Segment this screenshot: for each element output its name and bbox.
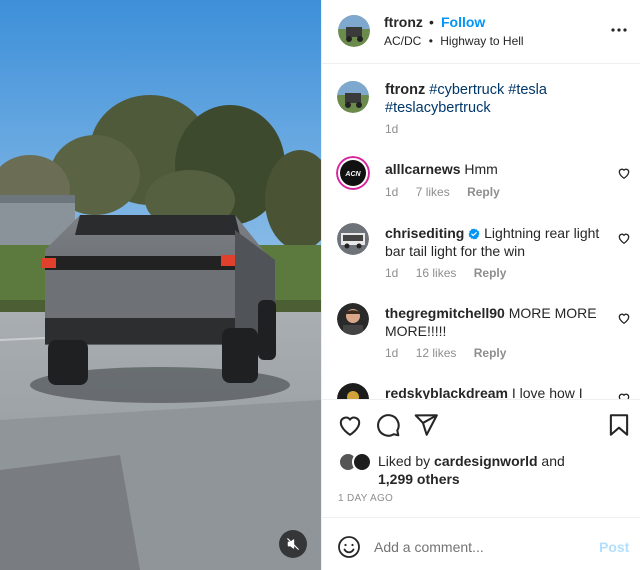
heart-icon xyxy=(618,393,630,399)
send-icon xyxy=(414,414,438,436)
comment-like-button[interactable] xyxy=(617,166,631,180)
commenter-avatar[interactable] xyxy=(337,223,369,255)
liked-by-text: Liked by cardesignworld and 1,299 others xyxy=(378,452,578,488)
comment-like-button[interactable] xyxy=(617,391,631,399)
comment-icon xyxy=(377,414,400,437)
author-avatar[interactable] xyxy=(337,81,369,113)
audio-artist: AC/DC xyxy=(384,34,422,48)
audio-separator: • xyxy=(428,34,433,48)
liked-by-others[interactable]: 1,299 others xyxy=(378,471,460,487)
comment-age: 1d xyxy=(385,346,399,360)
reply-button[interactable]: Reply xyxy=(467,185,500,199)
heart-icon xyxy=(339,416,361,436)
video-frame xyxy=(0,0,321,570)
muted-speaker-icon xyxy=(287,538,299,550)
separator-dot: • xyxy=(429,14,434,30)
more-options-button[interactable] xyxy=(609,20,629,40)
comment-username[interactable]: alllcarnews xyxy=(385,161,461,177)
add-comment-bar: Post xyxy=(322,517,640,570)
heart-icon xyxy=(618,168,630,180)
liked-by-avatars[interactable] xyxy=(338,452,378,472)
comments-list[interactable]: ftronz #cybertruck #tesla #teslacybertru… xyxy=(322,65,640,399)
comment-body: I love how I xyxy=(511,385,583,399)
comment-text: chrisediting Lightning rear light bar ta… xyxy=(385,224,607,260)
save-button[interactable] xyxy=(606,412,632,438)
liked-by-user[interactable]: cardesignworld xyxy=(434,453,537,469)
comment-body: Hmm xyxy=(464,161,498,177)
author-username[interactable]: ftronz xyxy=(384,14,423,30)
caption-age: 1d xyxy=(385,122,399,136)
comment-username[interactable]: thegregmitchell90 xyxy=(385,305,505,321)
post-details-panel: ftronz • Follow AC/DC • Highway to Hell xyxy=(321,0,640,570)
caption-text: ftronz #cybertruck #tesla #teslacybertru… xyxy=(385,81,607,117)
comment-input[interactable] xyxy=(374,536,584,558)
comment-username[interactable]: redskyblackdream xyxy=(385,385,508,399)
comment-text: alllcarnews Hmm xyxy=(385,160,607,178)
comment-item: thegregmitchell90 MORE MORE MORE!!!!! 1d… xyxy=(322,303,640,375)
heart-icon xyxy=(618,313,630,325)
comment-item: chrisediting Lightning rear light bar ta… xyxy=(322,223,640,295)
comment-like-button[interactable] xyxy=(617,311,631,325)
comment-text: thegregmitchell90 MORE MORE MORE!!!!! xyxy=(385,304,607,340)
commenter-avatar[interactable] xyxy=(337,383,369,399)
author-avatar[interactable] xyxy=(338,15,370,47)
comment-item: ACN alllcarnews Hmm 1d 7 likes Reply xyxy=(322,156,640,216)
comment-username[interactable]: chrisediting xyxy=(385,225,464,241)
comment-like-button[interactable] xyxy=(617,231,631,245)
post-video[interactable] xyxy=(0,0,321,570)
comment-meta: 1d 16 likes Reply xyxy=(385,266,520,280)
follow-button[interactable]: Follow xyxy=(441,14,485,30)
mute-toggle-button[interactable] xyxy=(279,530,307,558)
heart-icon xyxy=(618,233,630,245)
post-header: ftronz • Follow AC/DC • Highway to Hell xyxy=(322,0,640,64)
liked-by-prefix: Liked by xyxy=(378,453,431,469)
svg-text:ACN: ACN xyxy=(344,171,361,178)
post-actions: Liked by cardesignworld and 1,299 others… xyxy=(322,399,640,517)
post-comment-button[interactable]: Post xyxy=(599,539,629,555)
audio-track: Highway to Hell xyxy=(440,34,524,48)
share-button[interactable] xyxy=(413,412,439,438)
reply-button[interactable]: Reply xyxy=(474,346,507,360)
comment-age: 1d xyxy=(385,185,399,199)
comment-age: 1d xyxy=(385,266,399,280)
verified-badge-icon xyxy=(468,228,480,240)
more-horizontal-icon xyxy=(611,28,627,32)
commenter-avatar[interactable] xyxy=(337,303,369,335)
comment-button[interactable] xyxy=(375,412,401,438)
comment-meta: 1d 12 likes Reply xyxy=(385,346,520,360)
liker-avatar xyxy=(352,452,372,472)
commenter-avatar[interactable]: ACN xyxy=(336,156,370,190)
reply-button[interactable]: Reply xyxy=(474,266,507,280)
liked-by-joiner: and xyxy=(541,453,565,469)
comment-likes[interactable]: 12 likes xyxy=(416,346,457,360)
comment-text: redskyblackdream I love how I xyxy=(385,384,607,399)
like-button[interactable] xyxy=(337,412,363,438)
caption-username[interactable]: ftronz xyxy=(385,82,425,98)
comment-meta: 1d 7 likes Reply xyxy=(385,185,514,199)
bookmark-icon xyxy=(609,414,629,436)
comment-likes[interactable]: 16 likes xyxy=(416,266,457,280)
caption: ftronz #cybertruck #tesla #teslacybertru… xyxy=(322,79,640,149)
comment-item: redskyblackdream I love how I xyxy=(322,383,640,399)
emoji-icon xyxy=(338,536,360,558)
caption-meta: 1d xyxy=(385,122,412,136)
audio-attribution[interactable]: AC/DC • Highway to Hell xyxy=(384,34,524,48)
comment-likes[interactable]: 7 likes xyxy=(416,185,450,199)
emoji-button[interactable] xyxy=(337,535,361,559)
post-date[interactable]: 1 DAY AGO xyxy=(338,493,393,504)
